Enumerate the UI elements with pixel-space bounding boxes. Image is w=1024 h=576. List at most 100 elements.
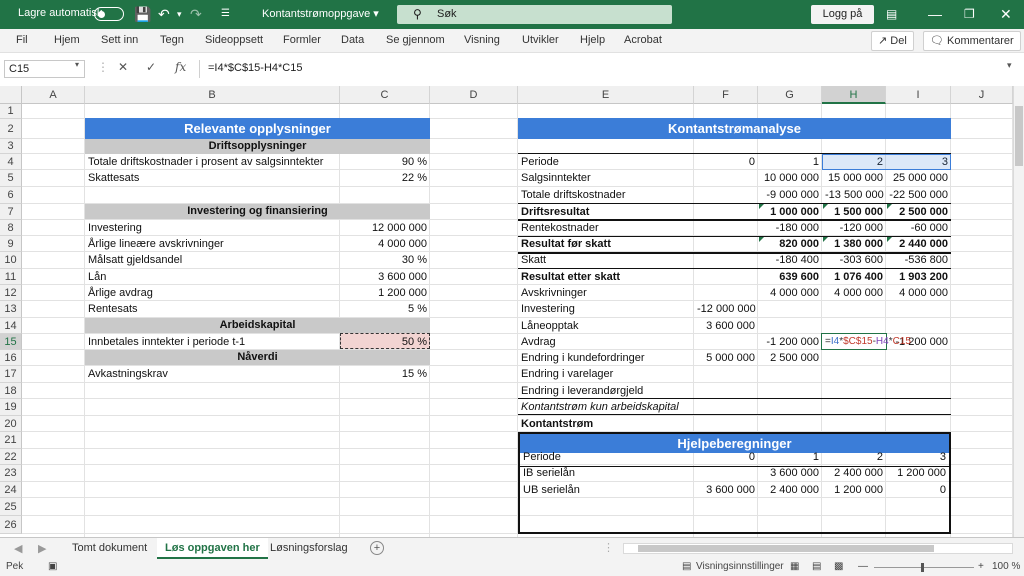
row-header-23[interactable]: 23 xyxy=(0,465,22,482)
row-header-8[interactable]: 8 xyxy=(0,220,22,236)
value-lan[interactable]: 3 600 000 xyxy=(340,269,430,285)
value-avkastningskrav[interactable]: 15 % xyxy=(340,366,430,382)
add-sheet-icon[interactable]: + xyxy=(370,541,384,555)
next-sheet-icon[interactable]: ▶ xyxy=(38,542,46,555)
column-header-d[interactable]: D xyxy=(430,86,518,104)
menu-developer[interactable]: Utvikler xyxy=(522,34,559,46)
comments-button[interactable]: 🗨 Kommentarer xyxy=(923,31,1021,51)
cashflow-value-g[interactable]: 4 000 000 xyxy=(758,285,822,301)
cashflow-value-g[interactable]: -1 200 000 xyxy=(758,334,822,350)
menu-data[interactable]: Data xyxy=(341,34,364,46)
column-header-b[interactable]: B xyxy=(85,86,340,104)
row-header-19[interactable]: 19 xyxy=(0,399,22,416)
prev-sheet-icon[interactable]: ◀ xyxy=(14,542,22,555)
error-indicator-icon[interactable] xyxy=(823,204,828,209)
select-all-corner[interactable] xyxy=(0,86,22,104)
cashflow-value-i[interactable]: 25 000 000 xyxy=(886,170,951,186)
row-header-14[interactable]: 14 xyxy=(0,318,22,334)
row-header-7[interactable]: 7 xyxy=(0,204,22,220)
edit-formula[interactable]: =I4*$C$15-H4*C15 xyxy=(822,334,914,350)
column-header-c[interactable]: C xyxy=(340,86,430,104)
cashflow-value-i[interactable]: 2 500 000 xyxy=(886,204,951,220)
error-indicator-icon[interactable] xyxy=(759,237,764,242)
cashflow-value-g[interactable]: 639 600 xyxy=(758,269,822,285)
menu-draw[interactable]: Tegn xyxy=(160,34,184,46)
cashflow-value-h[interactable]: 1 076 400 xyxy=(822,269,886,285)
horizontal-scrollbar[interactable] xyxy=(623,543,1013,554)
helper-value-h[interactable]: 1 200 000 xyxy=(822,482,886,498)
cashflow-value-h[interactable]: -303 600 xyxy=(822,252,886,268)
cashflow-value-i[interactable]: -60 000 xyxy=(886,220,951,236)
value-investering[interactable]: 12 000 000 xyxy=(340,220,430,236)
row-header-2[interactable]: 2 xyxy=(0,119,22,139)
column-header-e[interactable]: E xyxy=(518,86,694,104)
sheet-tab-losningsforslag[interactable]: Løsningsforslag xyxy=(262,538,356,559)
formula-input[interactable]: =I4*$C$15-H4*C15 xyxy=(199,60,1019,78)
row-header-18[interactable]: 18 xyxy=(0,383,22,399)
cashflow-value-h[interactable]: 15 000 000 xyxy=(822,170,886,186)
cashflow-value-i[interactable]: 1 903 200 xyxy=(886,269,951,285)
helper-value-f[interactable]: 3 600 000 xyxy=(694,482,758,498)
value-avdrag[interactable]: 1 200 000 xyxy=(340,285,430,301)
login-button[interactable]: Logg på xyxy=(811,5,874,24)
row-header-25[interactable]: 25 xyxy=(0,498,22,516)
accessibility-icon[interactable]: ▣ xyxy=(48,561,57,572)
cashflow-value-g[interactable]: 820 000 xyxy=(758,236,822,252)
cashflow-value-h[interactable]: 1 500 000 xyxy=(822,204,886,220)
row-header-5[interactable]: 5 xyxy=(0,170,22,187)
cashflow-value-h[interactable]: 1 380 000 xyxy=(822,236,886,252)
undo-icon[interactable]: ↶ xyxy=(158,5,170,23)
column-header-f[interactable]: F xyxy=(694,86,758,104)
helper-value-f[interactable]: 0 xyxy=(694,449,758,465)
cashflow-value-f[interactable]: 5 000 000 xyxy=(694,350,758,366)
row-header-20[interactable]: 20 xyxy=(0,416,22,432)
row-header-15[interactable]: 15 xyxy=(0,334,22,350)
row-header-21[interactable]: 21 xyxy=(0,432,22,449)
name-box[interactable]: C15 xyxy=(4,60,85,78)
sheet-tab-los-oppgaven[interactable]: Løs oppgaven her xyxy=(157,538,268,559)
ribbon-display-icon[interactable]: ▤ xyxy=(886,5,897,23)
menu-insert[interactable]: Sett inn xyxy=(101,34,138,46)
error-indicator-icon[interactable] xyxy=(759,204,764,209)
zoom-slider-handle[interactable] xyxy=(921,563,924,572)
spreadsheet-grid[interactable]: ABCDEFGHIJ 1 2 3 4 5 6 7 8 9 10 11 12 13 14 15 16 17 18 19… xyxy=(0,86,1013,537)
name-box-dropdown-icon[interactable]: ▾ xyxy=(75,60,79,69)
zoom-in-icon[interactable]: + xyxy=(978,561,984,572)
helper-value-i[interactable]: 1 200 000 xyxy=(886,465,949,481)
column-header-j[interactable]: J xyxy=(951,86,1013,104)
menu-acrobat[interactable]: Acrobat xyxy=(624,34,662,46)
insert-function-icon[interactable]: fx xyxy=(175,60,186,74)
search-input[interactable]: ⚲ Søk xyxy=(397,5,672,24)
page-layout-icon[interactable]: ▤ xyxy=(812,561,821,572)
cashflow-value-f[interactable]: -12 000 000 xyxy=(694,301,758,317)
row-header-4[interactable]: 4 xyxy=(0,154,22,170)
minimize-icon[interactable]: — xyxy=(928,5,942,23)
row-header-12[interactable]: 12 xyxy=(0,285,22,301)
close-icon[interactable]: ✕ xyxy=(1000,5,1012,23)
helper-value-g[interactable]: 1 xyxy=(758,449,822,465)
value-gjeldsandel[interactable]: 30 % xyxy=(340,252,430,268)
share-button[interactable]: ↗ Del xyxy=(871,31,914,51)
row-header-11[interactable]: 11 xyxy=(0,269,22,285)
cashflow-value-h[interactable]: -13 500 000 xyxy=(822,187,886,203)
sheet-tab-tomt[interactable]: Tomt dokument xyxy=(64,538,155,559)
document-title[interactable]: Kontantstrømoppgave ▾ xyxy=(262,7,379,20)
cashflow-value-i[interactable]: 2 440 000 xyxy=(886,236,951,252)
value-innbetales[interactable]: 50 % xyxy=(340,334,430,350)
cashflow-value-f[interactable]: 3 600 000 xyxy=(694,318,758,334)
column-header-i[interactable]: I xyxy=(886,86,951,104)
error-indicator-icon[interactable] xyxy=(887,204,892,209)
row-header-6[interactable]: 6 xyxy=(0,187,22,204)
menu-file[interactable]: Fil xyxy=(16,34,28,46)
menu-help[interactable]: Hjelp xyxy=(580,34,605,46)
cashflow-value-h[interactable]: -120 000 xyxy=(822,220,886,236)
row-header-17[interactable]: 17 xyxy=(0,366,22,383)
cashflow-value-g[interactable]: -180 400 xyxy=(758,252,822,268)
cashflow-value-i[interactable]: -22 500 000 xyxy=(886,187,951,203)
helper-value-h[interactable]: 2 xyxy=(822,449,886,465)
cashflow-value-i[interactable]: -536 800 xyxy=(886,252,951,268)
cashflow-value-g[interactable]: -180 000 xyxy=(758,220,822,236)
menu-home[interactable]: Hjem xyxy=(54,34,80,46)
error-indicator-icon[interactable] xyxy=(823,237,828,242)
helper-value-h[interactable]: 2 400 000 xyxy=(822,465,886,481)
